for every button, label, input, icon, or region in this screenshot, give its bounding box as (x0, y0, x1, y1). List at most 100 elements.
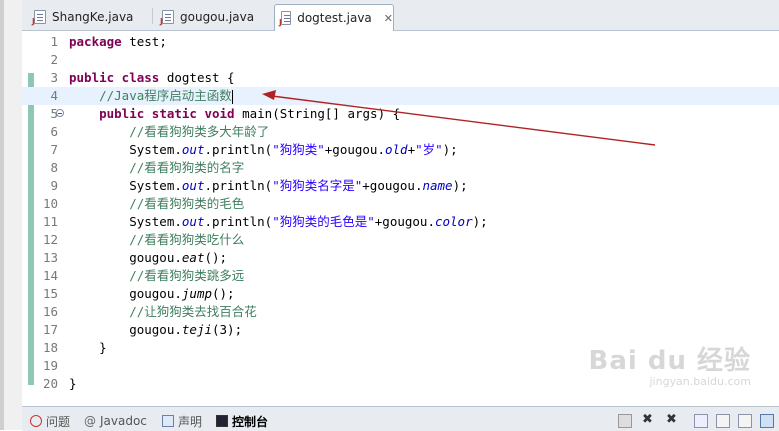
remove-launch-icon[interactable]: ✖ (642, 413, 656, 428)
code-text: System.out.println("狗狗类的毛色是"+gougou.colo… (69, 213, 487, 231)
code-line[interactable]: 14 //看看狗狗类跳多远 (22, 267, 779, 285)
field-token: out (181, 142, 205, 157)
line-number: 7 (50, 142, 58, 157)
code-token: System. (69, 142, 182, 157)
code-line[interactable]: 1 package test; (22, 33, 779, 51)
line-number: 4 (50, 88, 58, 103)
code-line[interactable]: 12 //看看狗狗类吃什么 (22, 231, 779, 249)
code-token: gougou. (69, 286, 182, 301)
tab-label: dogtest.java (297, 11, 372, 25)
tab-dogtest-java[interactable]: dogtest.java ✕ (274, 4, 394, 31)
code-text: gougou.jump(); (69, 285, 235, 303)
code-token: +gougou. (362, 178, 423, 193)
code-line[interactable]: 5 public static void main(String[] args)… (22, 105, 779, 123)
code-line[interactable]: 17 gougou.teji(3); (22, 321, 779, 339)
close-icon[interactable]: ✕ (384, 12, 393, 25)
collapse-icon[interactable] (56, 109, 64, 117)
line-number: 16 (42, 304, 58, 319)
tab-label: Javadoc (100, 414, 147, 428)
line-number: 20 (42, 376, 58, 391)
code-line[interactable]: 7 System.out.println("狗狗类"+gougou.old+"岁… (22, 141, 779, 159)
line-number: 10 (42, 196, 58, 211)
tab-javadoc[interactable]: @ Javadoc (84, 412, 147, 430)
method-token: eat (181, 250, 205, 265)
pin-console-icon[interactable] (760, 414, 774, 428)
code-token: +gougou. (324, 142, 385, 157)
tab-gougou-java[interactable]: gougou.java (156, 4, 276, 29)
comment-token: //Java程序启动主函数 (69, 88, 232, 103)
code-line[interactable]: 11 System.out.println("狗狗类的毛色是"+gougou.c… (22, 213, 779, 231)
field-token: name (422, 178, 453, 193)
tab-console[interactable]: 控制台 (216, 412, 268, 430)
scroll-lock-icon[interactable] (716, 414, 730, 428)
keyword-token: public static void (99, 106, 235, 121)
code-line[interactable]: 8 //看看狗狗类的名字 (22, 159, 779, 177)
left-panel-edge (0, 0, 4, 430)
code-token: ); (442, 142, 458, 157)
line-number: 14 (42, 268, 58, 283)
code-text: package test; (69, 33, 167, 51)
code-text: //看看狗狗类吃什么 (69, 231, 244, 249)
code-line[interactable]: 10 //看看狗狗类的毛色 (22, 195, 779, 213)
keyword-token: package (69, 34, 122, 49)
editor-tab-bar: ShangKe.java gougou.java dogtest.java ✕ (22, 0, 779, 31)
method-token: jump (181, 286, 212, 301)
code-text: //看看狗狗类跳多远 (69, 267, 244, 285)
tab-label: gougou.java (180, 9, 255, 24)
line-number: 17 (42, 322, 58, 337)
java-file-icon (32, 9, 46, 26)
code-token: } (69, 340, 107, 355)
line-number: 3 (50, 70, 58, 85)
word-wrap-icon[interactable] (738, 414, 752, 428)
terminate-icon[interactable] (618, 414, 632, 428)
keyword-token: public class (69, 70, 160, 85)
line-number: 5 (50, 106, 58, 121)
code-token: +gougou. (374, 214, 435, 229)
tab-shangke-java[interactable]: ShangKe.java (28, 4, 150, 29)
code-token: ); (452, 178, 468, 193)
code-line[interactable]: 13 gougou.eat(); (22, 249, 779, 267)
tab-problems[interactable]: 问题 (30, 412, 70, 430)
code-line[interactable]: 2 (22, 51, 779, 69)
line-number: 19 (42, 358, 58, 373)
code-text: } (69, 375, 77, 393)
code-line[interactable]: 9 System.out.println("狗狗类名字是"+gougou.nam… (22, 177, 779, 195)
code-text: //Java程序启动主函数 (69, 87, 233, 105)
string-token: "狗狗类" (272, 142, 325, 157)
code-line[interactable]: 3 public class dogtest { (22, 69, 779, 87)
code-token: (); (204, 250, 228, 265)
code-line[interactable]: 16 //让狗狗类去找百合花 (22, 303, 779, 321)
watermark-brand: Bai du 经验 (588, 346, 751, 376)
string-token: "狗狗类的毛色是" (272, 214, 375, 229)
code-token: (); (212, 286, 235, 301)
field-token: old (384, 142, 408, 157)
java-file-icon (279, 11, 292, 27)
code-token: gougou. (69, 250, 182, 265)
code-line[interactable]: 15 gougou.jump(); (22, 285, 779, 303)
left-panel-strip (0, 0, 23, 430)
comment-token: //让狗狗类去找百合花 (69, 304, 257, 319)
bottom-panel-tab-bar: 问题 @ Javadoc 声明 控制台 ✖ ✖ (22, 406, 779, 431)
text-cursor (231, 89, 233, 104)
comment-token: //看看狗狗类吃什么 (69, 232, 245, 247)
code-token: + (407, 142, 416, 157)
code-token: main(String[] args) { (234, 106, 401, 121)
field-token: color (434, 214, 473, 229)
line-number: 12 (42, 232, 58, 247)
tab-declaration[interactable]: 声明 (162, 412, 202, 430)
remove-all-icon[interactable]: ✖ (666, 413, 680, 428)
declaration-icon (162, 415, 174, 427)
line-number: 6 (50, 124, 58, 139)
code-text: public class dogtest { (69, 69, 235, 87)
line-number: 15 (42, 286, 58, 301)
code-token: System. (69, 214, 182, 229)
line-number: 18 (42, 340, 58, 355)
code-line[interactable]: 6 //看看狗狗类多大年龄了 (22, 123, 779, 141)
code-text: //看看狗狗类的毛色 (69, 195, 244, 213)
clear-console-icon[interactable] (694, 414, 708, 428)
tab-label: 问题 (46, 414, 71, 429)
code-token: test; (121, 34, 167, 49)
code-line[interactable]: 4 //Java程序启动主函数 (22, 87, 779, 105)
baidu-jingyan-watermark: Bai du 经验 jingyan.baidu.com (589, 340, 752, 388)
